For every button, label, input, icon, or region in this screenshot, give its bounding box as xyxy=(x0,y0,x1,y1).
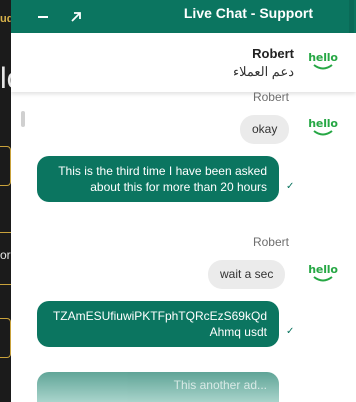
minimize-button[interactable] xyxy=(30,0,56,33)
smile-icon xyxy=(313,64,333,70)
agent-message-bubble: okay xyxy=(240,115,290,144)
user-message-bubble: This is the third time I have been asked… xyxy=(37,156,279,202)
background-divider xyxy=(0,284,11,285)
message-scrollbar[interactable] xyxy=(21,111,25,127)
minus-icon xyxy=(38,15,48,18)
agent-info-card: Robert دعم العملاء hello xyxy=(11,33,356,92)
agent-message-logo: hello xyxy=(307,118,339,142)
chat-widget: Live Chat - Support Robert دعم العملاء h… xyxy=(11,0,356,402)
agent-logo: hello xyxy=(307,52,339,76)
smile-icon xyxy=(313,130,333,136)
smile-icon xyxy=(313,276,333,282)
background-button-edge xyxy=(0,146,11,186)
header-scrollbar xyxy=(349,0,354,33)
user-message-bubble-partial: This another ad... xyxy=(37,372,279,402)
agent-message-logo: hello xyxy=(307,264,339,288)
agent-subtitle: دعم العملاء xyxy=(232,64,294,79)
message-sender: Robert xyxy=(252,90,289,104)
message-sender: Robert xyxy=(252,235,289,249)
partial-message-text: This another ad... xyxy=(173,378,267,392)
checkmark-icon: ✓ xyxy=(286,181,295,192)
chat-header: Live Chat - Support xyxy=(11,0,356,33)
logo-text: hello xyxy=(308,263,338,276)
background-button-edge xyxy=(0,318,11,358)
chat-title: Live Chat - Support xyxy=(183,5,313,21)
logo-text: hello xyxy=(308,51,338,64)
user-message-bubble: TZAmESUfiuwiPKTFphTQRcEzS69kQdAhmq usdt xyxy=(37,301,279,347)
popout-button[interactable] xyxy=(63,0,89,33)
agent-name: Robert xyxy=(252,46,294,61)
agent-message-bubble: wait a sec xyxy=(208,260,286,289)
background-divider xyxy=(0,232,11,233)
arrow-up-right-icon xyxy=(71,11,81,22)
logo-text: hello xyxy=(308,117,338,130)
checkmark-icon: ✓ xyxy=(286,326,295,337)
message-list[interactable]: Robert okay hello This is the third time… xyxy=(11,90,356,402)
